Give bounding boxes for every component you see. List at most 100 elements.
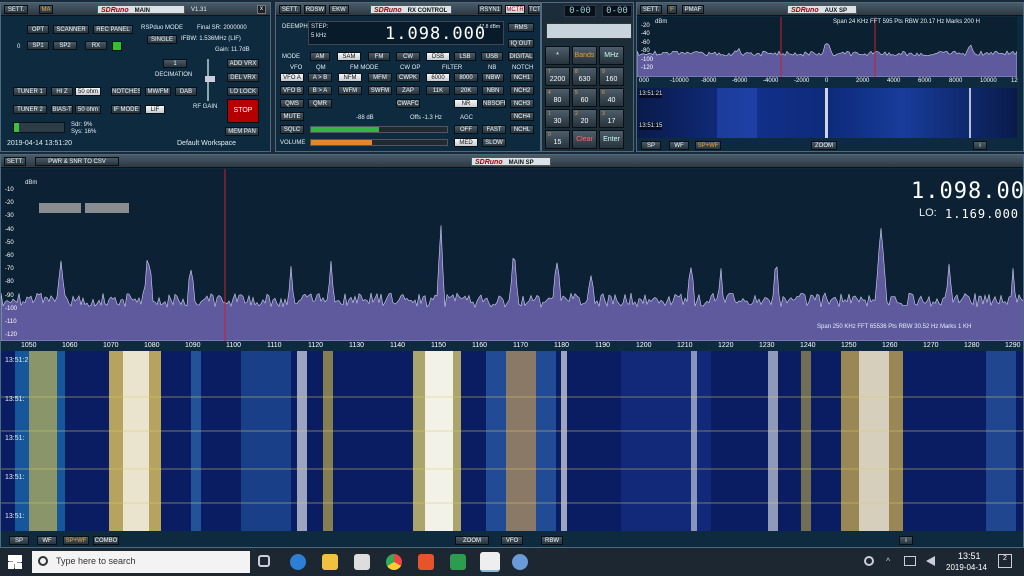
brave-icon[interactable] (418, 554, 434, 570)
sp1-button[interactable]: SP1 (27, 41, 49, 50)
cw-button[interactable]: CW (396, 52, 420, 61)
rf-gain-slider[interactable] (205, 59, 217, 101)
volume-icon[interactable] (926, 556, 935, 566)
volume-slider[interactable] (310, 139, 448, 146)
bias-t-button[interactable]: BIAS-T (51, 105, 73, 114)
aux-sett-button[interactable]: SETT. (640, 5, 662, 14)
marker-box-2[interactable] (85, 203, 129, 213)
iq-out-button[interactable]: IQ OUT (508, 39, 534, 48)
key-2[interactable]: 2 20 (572, 109, 597, 128)
tctr-button[interactable]: TCTR (528, 5, 540, 14)
notification-icon[interactable]: 2 (998, 554, 1012, 568)
del-vrx-button[interactable]: DEL VRX (227, 73, 259, 82)
decimation-value[interactable]: 1 (163, 59, 187, 68)
spreadsheet-icon[interactable] (450, 554, 466, 570)
cwafc-button[interactable]: CWAFC (396, 99, 420, 108)
rdsw-button[interactable]: RDSW (304, 5, 326, 14)
people-icon[interactable] (864, 556, 874, 566)
aux-sp-button[interactable]: SP (641, 141, 661, 150)
filter-11k-button[interactable]: 11K (426, 86, 450, 95)
add-vrx-button[interactable]: ADD VRX (227, 59, 259, 68)
clear-key[interactable]: Clear (572, 130, 597, 149)
stop-button[interactable]: STOP (227, 99, 259, 123)
nbsoff-button[interactable]: NBSOFF (482, 99, 506, 108)
rec-panel-button[interactable]: REC PANEL (93, 25, 133, 34)
key-4[interactable]: 4 80 (545, 88, 570, 107)
nch1-button[interactable]: NCH1 (510, 73, 534, 82)
if-mode-button[interactable]: IF MODE (111, 105, 141, 114)
single-button[interactable]: SINGLE (147, 35, 177, 44)
aux-wf-button[interactable]: WF (669, 141, 689, 150)
combo-button[interactable]: COMBO (93, 536, 119, 545)
rms-button[interactable]: RMS (508, 23, 534, 32)
rx-titlebar[interactable]: SETT. RDSW EKW SDRuno RX CONTROL RSYN1 MC… (276, 3, 540, 16)
spwf-button[interactable]: SP+WF (63, 536, 89, 545)
windows-start-icon[interactable] (8, 555, 22, 569)
vfo-b-button[interactable]: VFO B (280, 86, 304, 95)
sp2-button[interactable]: SP2 (53, 41, 77, 50)
pmaf-button[interactable]: PMAF (682, 5, 704, 14)
nbn-button[interactable]: NBN (482, 86, 504, 95)
vfo-a-button[interactable]: VFO A (280, 73, 304, 82)
rf-gain-thumb[interactable] (205, 76, 215, 82)
aux-f-button[interactable]: F (667, 5, 677, 14)
sqlc-button[interactable]: SQLC (280, 125, 304, 134)
lif-button[interactable]: LIF (145, 105, 165, 114)
agc-slow-button[interactable]: SLOW (482, 138, 506, 147)
scanner-button[interactable]: SCANNER (53, 25, 89, 34)
agc-med-button[interactable]: MED (454, 138, 478, 147)
digital-button[interactable]: DIGITAL (508, 52, 534, 61)
clock-date[interactable]: 2019-04-14 (946, 563, 987, 572)
main-ma-button[interactable]: MA (39, 5, 53, 14)
star-key[interactable]: * (545, 46, 570, 65)
sam-button[interactable]: SAM (337, 52, 361, 61)
nch4-button[interactable]: NCH4 (510, 112, 534, 121)
qmr-button[interactable]: QMR (308, 99, 332, 108)
sdruno-task-icon[interactable] (480, 552, 500, 572)
vfo-frequency[interactable]: 1.098.000 (385, 24, 486, 44)
frequency-display[interactable]: STEP: 5 kHz 1.098.000 -47.8 dBm (308, 21, 504, 45)
cwpk-button[interactable]: CWPK (396, 73, 420, 82)
nr-button[interactable]: NR (454, 99, 478, 108)
tuner1-button[interactable]: TUNER 1 (13, 87, 47, 96)
bands-key[interactable]: Bands (572, 46, 597, 65)
opt-button[interactable]: OPT (27, 25, 49, 34)
key-6[interactable]: 6 40 (599, 88, 624, 107)
rx-button[interactable]: RX (85, 41, 107, 50)
explorer-icon[interactable] (322, 554, 338, 570)
network-icon[interactable] (904, 556, 916, 566)
main-close-icon[interactable]: x (257, 5, 266, 14)
key-7[interactable]: 7 2200 (545, 67, 570, 86)
aux-titlebar[interactable]: SETT. F PMAF SDRuno AUX SP (637, 3, 1023, 16)
lo-lock-button[interactable]: LO LOCK (227, 87, 259, 96)
tuner1-50ohm-button[interactable]: 50 ohm (75, 87, 101, 96)
marker-box-1[interactable] (39, 203, 81, 213)
rsyn-button[interactable]: RSYN1 (478, 5, 502, 14)
zap-button[interactable]: ZAP (396, 86, 420, 95)
pwr-snr-csv-button[interactable]: PWR & SNR TO CSV (35, 157, 119, 166)
tray-chevron-icon[interactable]: ^ (886, 556, 890, 566)
nchl-button[interactable]: NCHL (510, 125, 534, 134)
app-task-icon[interactable] (512, 554, 528, 570)
edge-icon[interactable] (290, 554, 306, 570)
notches-button[interactable]: NOTCHES (111, 87, 141, 96)
taskbar-search-box[interactable]: Type here to search (32, 551, 250, 573)
ekw-button[interactable]: EKW (329, 5, 349, 14)
key-9[interactable]: 9 160 (599, 67, 624, 86)
key-3[interactable]: 3 17 (599, 109, 624, 128)
lsb-button[interactable]: LSB (454, 52, 476, 61)
chrome-icon[interactable] (386, 554, 402, 570)
vfo-button[interactable]: VFO (501, 536, 523, 545)
sp-button[interactable]: SP (9, 536, 29, 545)
sp-sett-button[interactable]: SETT. (4, 157, 26, 166)
key-5[interactable]: 5 60 (572, 88, 597, 107)
main-frequency-display[interactable]: 1.098.000 (911, 179, 1023, 204)
nch2-button[interactable]: NCH2 (510, 86, 534, 95)
mem-pan-button[interactable]: MEM PAN (225, 127, 259, 136)
aux-waterfall[interactable]: 13:51:21 13:51:15 (637, 88, 1017, 138)
usb-button[interactable]: USB (481, 52, 503, 61)
sp-info-button[interactable]: i (899, 536, 913, 545)
aux-zoom-button[interactable]: ZOOM (811, 141, 837, 150)
key-8[interactable]: 8 630 (572, 67, 597, 86)
hiz-button[interactable]: HI Z (51, 87, 73, 96)
